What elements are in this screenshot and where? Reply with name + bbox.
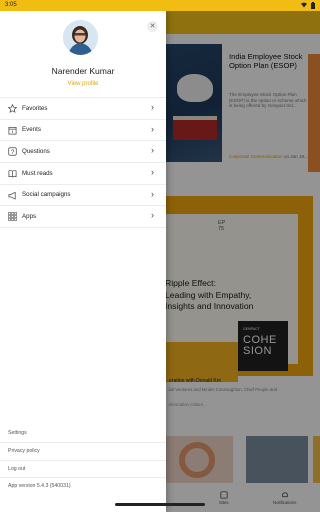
question-icon: ? [8,147,17,156]
status-icons [301,1,315,9]
app-version: App version 5.4.3 (540031) [0,477,166,495]
chevron-right-icon: › [151,123,154,134]
menu-item-events[interactable]: Events › [0,118,166,141]
grid-icon [8,212,17,222]
app-version-label: App version 5.4.3 (540031) [8,483,71,490]
menu-item-label: Favorites [22,104,48,112]
drawer-menu: Favorites › Events › ? Questions › Must … [0,97,166,229]
close-icon: ✕ [149,23,156,30]
drawer-footer: Settings Privacy policy Log out App vers… [0,425,166,495]
book-icon [8,170,17,178]
navigation-drawer: ✕ Narender Kumar View profile Favorites … [0,11,166,512]
menu-item-label: Social campaigns [22,191,71,199]
settings-link[interactable]: Settings [0,425,166,442]
user-photo [63,20,98,55]
privacy-policy-label: Privacy policy [8,447,40,454]
wifi-icon [301,2,307,8]
menu-item-social-campaigns[interactable]: Social campaigns › [0,183,166,206]
status-bar: 3:05 [0,0,320,11]
chevron-right-icon: › [151,188,154,199]
chevron-right-icon: › [151,102,154,112]
user-name: Narender Kumar [51,66,115,76]
megaphone-icon [8,191,16,200]
logout-label: Log out [8,465,26,472]
gesture-handle[interactable] [115,503,205,506]
svg-text:?: ? [11,149,15,156]
menu-item-label: Must reads [22,169,53,177]
menu-item-apps[interactable]: Apps › [0,205,166,229]
menu-item-must-reads[interactable]: Must reads › [0,162,166,184]
chevron-right-icon: › [151,167,154,178]
menu-item-questions[interactable]: ? Questions › [0,140,166,162]
view-profile-link[interactable]: View profile [0,81,166,87]
menu-item-label: Events [22,126,41,134]
close-button[interactable]: ✕ [147,21,158,32]
privacy-policy-link[interactable]: Privacy policy [0,441,166,460]
chevron-right-icon: › [151,145,154,156]
star-icon [8,104,17,113]
menu-item-favorites[interactable]: Favorites › [0,97,166,119]
logout-button[interactable]: Log out [0,459,166,478]
status-time: 3:05 [5,2,17,8]
avatar[interactable] [63,20,98,55]
settings-label: Settings [8,430,27,436]
menu-item-label: Questions [22,147,50,155]
chevron-right-icon: › [151,210,154,221]
battery-icon [311,1,315,9]
calendar-icon [8,126,17,135]
menu-item-label: Apps [22,212,37,220]
